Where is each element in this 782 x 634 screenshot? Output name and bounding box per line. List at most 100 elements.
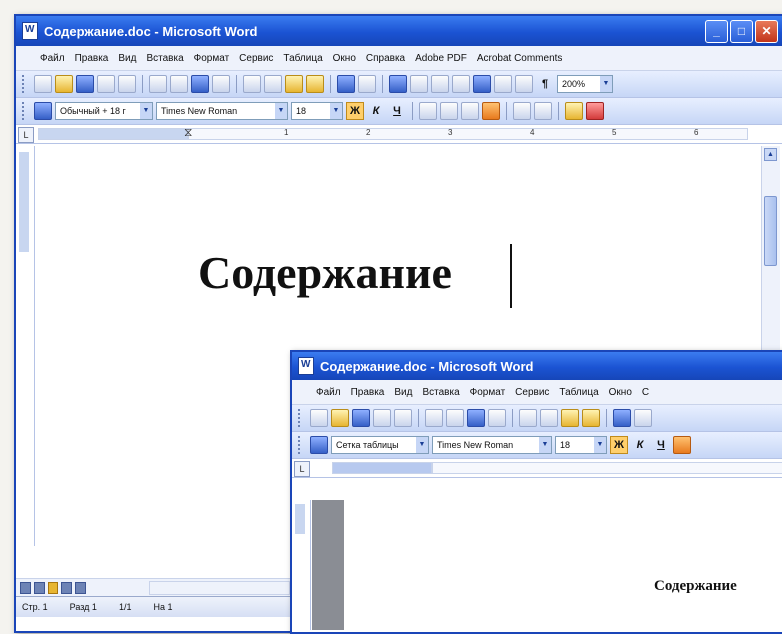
tables-borders-icon[interactable]	[410, 75, 428, 93]
undo-icon[interactable]	[613, 409, 631, 427]
menu-file[interactable]: Файл	[40, 53, 65, 64]
columns-icon[interactable]	[473, 75, 491, 93]
outline-view-icon[interactable]	[61, 582, 73, 594]
scroll-up-icon[interactable]: ▲	[764, 148, 777, 161]
bullets-icon[interactable]	[534, 102, 552, 120]
menu-tools[interactable]: Сервис	[515, 387, 549, 398]
research-icon[interactable]	[488, 409, 506, 427]
style-select[interactable]: Сетка таблицы ▼	[331, 436, 429, 454]
menu-window[interactable]: Окно	[333, 53, 356, 64]
paste-icon[interactable]	[561, 409, 579, 427]
justify-icon[interactable]	[482, 102, 500, 120]
web-layout-icon[interactable]	[33, 582, 45, 594]
menu-edit[interactable]: Правка	[351, 387, 385, 398]
redo-icon[interactable]	[634, 409, 652, 427]
permission-icon[interactable]	[373, 409, 391, 427]
open-folder-icon[interactable]	[331, 409, 349, 427]
document-map-icon[interactable]	[515, 75, 533, 93]
reading-layout-icon[interactable]	[75, 582, 86, 594]
menu-table[interactable]: Таблица	[559, 387, 598, 398]
print-icon[interactable]	[425, 409, 443, 427]
underline-button[interactable]: Ч	[652, 436, 670, 454]
toolbar-grip[interactable]	[298, 409, 303, 427]
paste-icon[interactable]	[285, 75, 303, 93]
insert-table-icon[interactable]	[431, 75, 449, 93]
copy-icon[interactable]	[264, 75, 282, 93]
menu-format[interactable]: Формат	[470, 387, 506, 398]
insert-excel-icon[interactable]	[452, 75, 470, 93]
align-left-icon[interactable]	[419, 102, 437, 120]
menu-tools[interactable]: Сервис	[239, 53, 273, 64]
save-icon[interactable]	[352, 409, 370, 427]
menu-table[interactable]: Таблица	[283, 53, 322, 64]
spelling-icon[interactable]	[191, 75, 209, 93]
italic-button[interactable]: К	[367, 102, 385, 120]
menu-file[interactable]: Файл	[316, 387, 341, 398]
print-preview-icon[interactable]	[170, 75, 188, 93]
zoom-select[interactable]: 200% ▼	[557, 75, 613, 93]
open-folder-icon[interactable]	[55, 75, 73, 93]
bold-button[interactable]: Ж	[346, 102, 364, 120]
scroll-thumb[interactable]	[764, 196, 777, 266]
align-center-icon[interactable]	[440, 102, 458, 120]
menu-insert[interactable]: Вставка	[146, 53, 183, 64]
styles-pane-icon[interactable]	[310, 436, 328, 454]
menu-adobe-pdf[interactable]: Adobe PDF	[415, 53, 467, 64]
drawing-icon[interactable]	[494, 75, 512, 93]
redo-icon[interactable]	[358, 75, 376, 93]
indent-marker[interactable]: ⧖	[184, 125, 192, 140]
font-color-icon[interactable]	[586, 102, 604, 120]
save-icon[interactable]	[76, 75, 94, 93]
spelling-icon[interactable]	[467, 409, 485, 427]
toolbar-grip[interactable]	[298, 436, 303, 454]
hyperlink-icon[interactable]	[389, 75, 407, 93]
underline-button[interactable]: Ч	[388, 102, 406, 120]
front-document-page[interactable]: Содержание	[344, 500, 782, 630]
print-icon[interactable]	[149, 75, 167, 93]
horizontal-scrollbar[interactable]	[148, 581, 290, 595]
cut-icon[interactable]	[519, 409, 537, 427]
toolbar-grip[interactable]	[22, 75, 27, 93]
close-button[interactable]: ✕	[755, 20, 778, 43]
menu-insert[interactable]: Вставка	[422, 387, 459, 398]
undo-icon[interactable]	[337, 75, 355, 93]
new-document-icon[interactable]	[34, 75, 52, 93]
maximize-button[interactable]: □	[730, 20, 753, 43]
menu-format[interactable]: Формат	[194, 53, 230, 64]
menu-view[interactable]: Вид	[118, 53, 136, 64]
font-select[interactable]: Times New Roman ▼	[432, 436, 552, 454]
email-icon[interactable]	[118, 75, 136, 93]
format-painter-icon[interactable]	[306, 75, 324, 93]
tab-selector[interactable]: L	[18, 127, 34, 143]
cut-icon[interactable]	[243, 75, 261, 93]
show-hide-marks-icon[interactable]: ¶	[536, 75, 554, 93]
font-size-select[interactable]: 18 ▼	[291, 102, 343, 120]
font-size-select[interactable]: 18 ▼	[555, 436, 607, 454]
format-painter-icon[interactable]	[582, 409, 600, 427]
tab-selector[interactable]: L	[294, 461, 310, 477]
menu-help[interactable]: С	[642, 387, 649, 398]
research-icon[interactable]	[212, 75, 230, 93]
menu-acrobat-comments[interactable]: Acrobat Comments	[477, 53, 563, 64]
bold-button[interactable]: Ж	[610, 436, 628, 454]
minimize-button[interactable]: _	[705, 20, 728, 43]
menu-edit[interactable]: Правка	[75, 53, 109, 64]
toolbar-grip[interactable]	[22, 102, 27, 120]
back-title-bar[interactable]: Содержание.doc - Microsoft Word _ □ ✕	[16, 16, 782, 46]
menu-help[interactable]: Справка	[366, 53, 405, 64]
menu-view[interactable]: Вид	[394, 387, 412, 398]
new-document-icon[interactable]	[310, 409, 328, 427]
normal-view-icon[interactable]	[20, 582, 31, 594]
italic-button[interactable]: К	[631, 436, 649, 454]
highlight-color-icon[interactable]	[565, 102, 583, 120]
permission-icon[interactable]	[97, 75, 115, 93]
email-icon[interactable]	[394, 409, 412, 427]
menu-window[interactable]: Окно	[609, 387, 632, 398]
front-title-bar[interactable]: Содержание.doc - Microsoft Word	[292, 352, 782, 380]
align-right-icon[interactable]	[461, 102, 479, 120]
justify-icon[interactable]	[673, 436, 691, 454]
print-preview-icon[interactable]	[446, 409, 464, 427]
numbering-icon[interactable]	[513, 102, 531, 120]
print-layout-icon[interactable]	[47, 582, 59, 594]
style-select[interactable]: Обычный + 18 г ▼	[55, 102, 153, 120]
